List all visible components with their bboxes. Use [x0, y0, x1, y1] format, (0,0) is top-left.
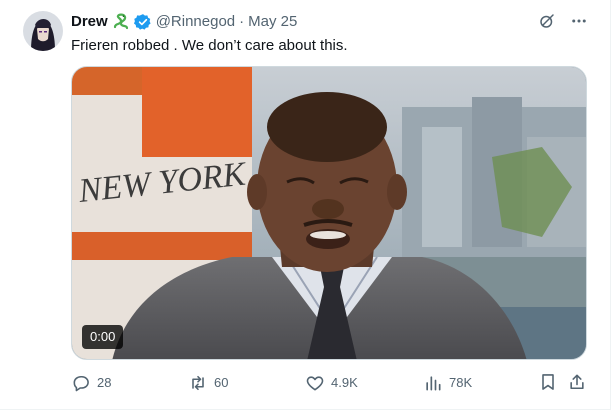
bookmark-icon — [542, 374, 554, 390]
video-timestamp: 0:00 — [82, 325, 124, 349]
like-icon — [306, 376, 324, 391]
views-icon — [426, 376, 441, 391]
views-button[interactable]: 78K — [423, 372, 472, 394]
video-player[interactable]: NEW YORK 0:00 — [71, 66, 587, 360]
more-icon[interactable] — [570, 12, 588, 35]
grok-icon[interactable] — [538, 12, 556, 35]
repost-icon — [192, 375, 204, 391]
handle[interactable]: @Rinnegod — [156, 12, 235, 32]
like-button[interactable]: 4.9K — [305, 372, 358, 394]
avatar[interactable] — [23, 11, 63, 51]
reply-button[interactable]: 28 — [71, 372, 111, 394]
action-bar: 28 60 4.9K 78K — [71, 372, 591, 394]
reply-icon — [73, 375, 89, 392]
reply-count: 28 — [97, 375, 112, 390]
separator: · — [239, 13, 245, 30]
display-name[interactable]: Drew — [71, 12, 108, 32]
repost-count: 60 — [214, 375, 229, 390]
repost-button[interactable]: 60 — [188, 372, 228, 394]
top-actions — [538, 12, 588, 35]
tweet-header: Drew @Rinnegod · May 25 — [71, 12, 297, 32]
bookmark-button[interactable] — [538, 372, 558, 392]
share-icon — [570, 374, 584, 390]
tweet-card[interactable]: Drew @Rinnegod · May 25 Frieren robbed .… — [0, 0, 611, 410]
snake-emoji-icon — [112, 13, 130, 31]
views-count: 78K — [449, 375, 473, 390]
share-button[interactable] — [567, 372, 587, 392]
like-count: 4.9K — [331, 375, 358, 390]
video-frame: NEW YORK — [72, 67, 586, 359]
verified-badge-icon[interactable] — [133, 13, 152, 31]
tweet-date[interactable]: May 25 — [248, 12, 297, 32]
tweet-text: Frieren robbed . We don’t care about thi… — [71, 37, 348, 54]
